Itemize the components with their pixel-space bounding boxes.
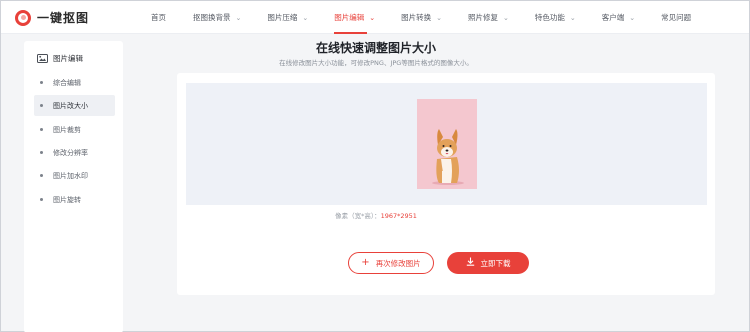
download-label: 立即下载 — [480, 258, 511, 268]
page-title: 在线快速调整图片大小 — [315, 41, 436, 55]
sidebar-item-label: 图片改大小 — [53, 101, 88, 110]
download-button[interactable]: 立即下载 — [447, 252, 529, 274]
nav-label: 图片压缩 — [267, 13, 298, 22]
nav-label: 首页 — [151, 13, 166, 22]
edit-again-button[interactable]: + 再次修改图片 — [348, 252, 434, 274]
sidebar-item-crop[interactable]: 图片裁剪 — [34, 119, 115, 140]
main-nav: 首页 抠图换背景 ⌄ 图片压缩 ⌄ 图片编辑 ⌄ 图片转换 ⌄ 照片修复 ⌄ 特… — [151, 1, 691, 34]
nav-item-compress[interactable]: 图片压缩 ⌄ — [267, 1, 308, 34]
bullet-icon — [40, 198, 43, 201]
nav-item-client[interactable]: 客户端 ⌄ — [602, 1, 635, 34]
chevron-down-icon: ⌄ — [503, 13, 509, 22]
pixel-size-value: 1967*2951 — [380, 212, 417, 220]
top-navigation-bar: 一键抠图 首页 抠图换背景 ⌄ 图片压缩 ⌄ 图片编辑 ⌄ 图片转换 ⌄ 照片修… — [1, 1, 749, 34]
sidebar-item-label: 修改分辨率 — [53, 148, 88, 157]
nav-item-image-edit[interactable]: 图片编辑 ⌄ — [334, 1, 375, 34]
bullet-icon — [40, 151, 43, 154]
chevron-down-icon: ⌄ — [302, 13, 309, 22]
sidebar: 图片编辑 综合编辑 图片改大小 图片裁剪 修改分辨率 图片加水印 图片旋转 — [24, 41, 123, 332]
sidebar-item-label: 图片加水印 — [53, 171, 88, 180]
app-name: 一键抠图 — [37, 11, 90, 25]
edit-again-label: 再次修改图片 — [375, 258, 421, 268]
nav-label: 照片修复 — [468, 13, 498, 22]
nav-label: 图片转换 — [401, 13, 432, 22]
chevron-down-icon: ⌄ — [369, 13, 376, 22]
sidebar-item-resize[interactable]: 图片改大小 — [34, 95, 115, 116]
chevron-down-icon: ⌄ — [629, 13, 636, 22]
bullet-icon — [40, 174, 43, 177]
nav-label: 常见问题 — [661, 13, 692, 22]
nav-item-cutout[interactable]: 抠图换背景 ⌄ — [193, 1, 241, 34]
app-logo[interactable]: 一键抠图 — [15, 9, 89, 26]
sidebar-item-rotate[interactable]: 图片旋转 — [34, 189, 115, 210]
nav-label: 抠图换背景 — [193, 13, 231, 22]
sidebar-item-label: 图片裁剪 — [53, 125, 81, 134]
plus-icon: + — [361, 257, 370, 268]
uploaded-image — [417, 99, 477, 189]
sidebar-item-watermark[interactable]: 图片加水印 — [34, 165, 115, 186]
nav-label: 图片编辑 — [334, 13, 365, 22]
nav-item-features[interactable]: 特色功能 ⌄ — [535, 1, 576, 34]
chevron-down-icon: ⌄ — [235, 13, 242, 22]
nav-label: 客户端 — [601, 13, 625, 22]
dog-photo — [417, 99, 477, 189]
chevron-down-icon: ⌄ — [569, 13, 576, 22]
download-icon — [466, 257, 475, 269]
page-subtitle: 在线修改图片大小功能，可修改PNG、JPG等图片格式的图像大小。 — [279, 59, 473, 67]
nav-item-faq[interactable]: 常见问题 — [661, 1, 691, 34]
sidebar-item-label: 图片旋转 — [53, 195, 81, 204]
nav-item-restore[interactable]: 照片修复 ⌄ — [468, 1, 509, 34]
sidebar-item-comprehensive-edit[interactable]: 综合编辑 — [34, 72, 115, 93]
nav-label: 特色功能 — [534, 13, 565, 22]
bullet-icon — [40, 81, 43, 84]
chevron-down-icon: ⌄ — [436, 13, 442, 22]
pixel-size-info: 像素（宽*高）：1967*2951 — [1, 210, 750, 220]
logo-icon — [15, 9, 31, 26]
nav-item-convert[interactable]: 图片转换 ⌄ — [401, 1, 442, 34]
bullet-icon — [40, 104, 43, 107]
sidebar-item-label: 综合编辑 — [53, 78, 81, 87]
image-preview-area — [186, 83, 707, 205]
pixel-size-label: 像素（宽*高）： — [335, 212, 381, 220]
sidebar-item-resolution[interactable]: 修改分辨率 — [34, 142, 115, 163]
bullet-icon — [40, 128, 43, 131]
nav-item-home[interactable]: 首页 — [151, 1, 166, 34]
